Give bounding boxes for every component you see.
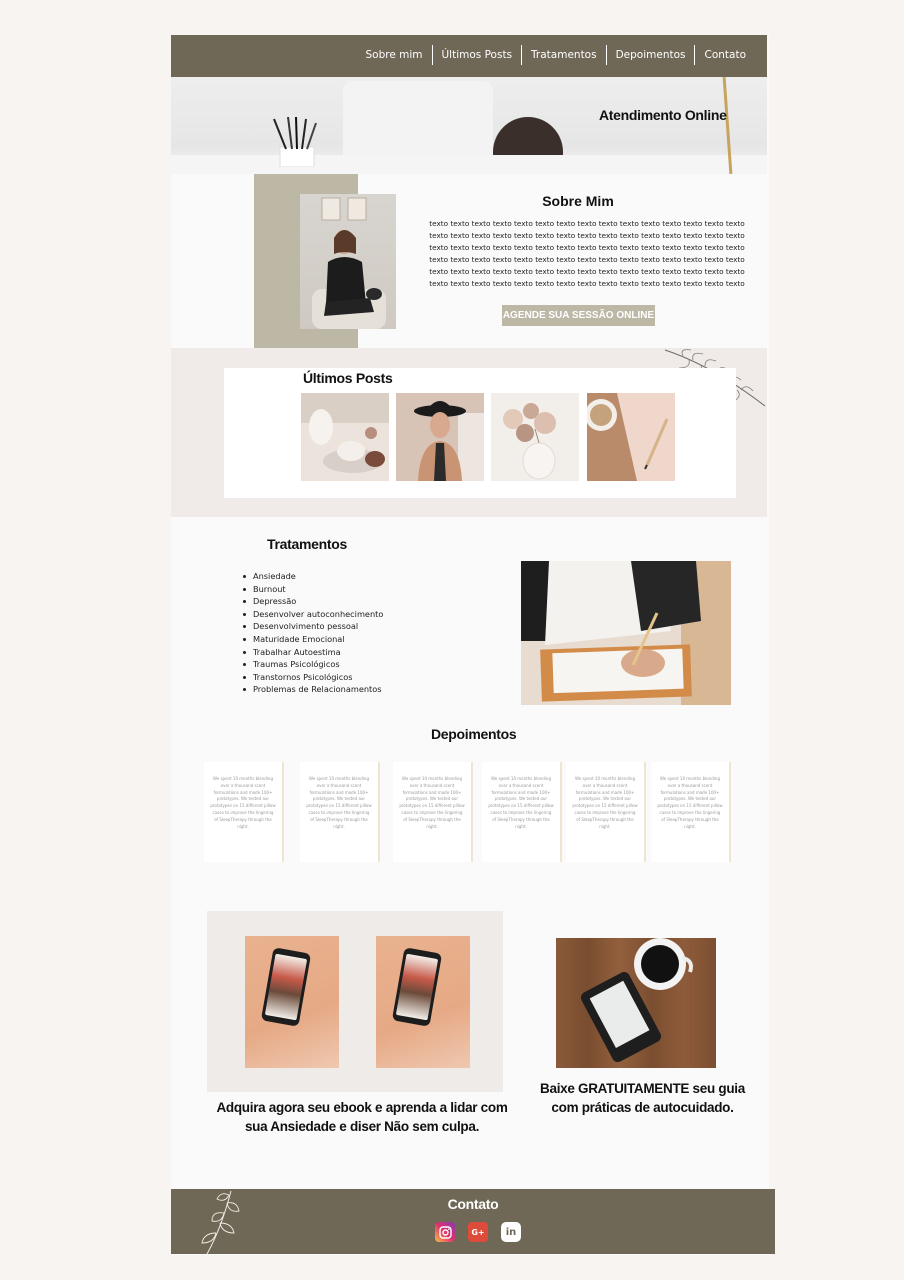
writing-illustration — [521, 561, 731, 705]
nav-menu: Sobre mim Últimos Posts Tratamentos Depo… — [356, 45, 755, 65]
nav-item-contato[interactable]: Contato — [695, 49, 755, 61]
post-thumbnail[interactable] — [587, 393, 675, 481]
hero-title: Atendimento Online — [599, 107, 727, 123]
top-nav: Sobre mim Últimos Posts Tratamentos Depo… — [171, 35, 767, 77]
free-guide-image[interactable] — [556, 938, 716, 1068]
testimonial-text: We spent 10 months blending over a thous… — [399, 776, 465, 829]
treatment-item: Trabalhar Autoestima — [242, 646, 383, 659]
google-plus-icon[interactable]: G+ — [468, 1222, 488, 1242]
treatment-item: Maturidade Emocional — [242, 633, 383, 646]
testimonial-text: We spent 10 months blending over a thous… — [210, 776, 276, 829]
footer-title: Contato — [447, 1196, 499, 1212]
nav-item-sobre-mim[interactable]: Sobre mim — [356, 49, 431, 61]
instagram-icon[interactable] — [435, 1222, 455, 1242]
nav-item-tratamentos[interactable]: Tratamentos — [522, 49, 606, 61]
phone-screen — [264, 953, 308, 1021]
testimonial-text: We spent 10 months blending over a thous… — [306, 776, 372, 829]
schedule-session-button[interactable]: AGENDE SUA SESSÃO ONLINE — [502, 305, 655, 326]
portrait-illustration — [312, 197, 386, 329]
testimonial-card: We spent 10 months blending over a thous… — [566, 762, 646, 862]
post-image-dried-flowers — [491, 393, 579, 481]
free-guide-caption[interactable]: Baixe GRATUITAMENTE seu guia com prática… — [535, 1079, 750, 1117]
post-thumbnail[interactable] — [301, 393, 389, 481]
treatment-item: Desenvolvimento pessoal — [242, 620, 383, 633]
footer: Contato G+ in — [171, 1189, 775, 1254]
ebook-mockup-image[interactable] — [245, 936, 339, 1068]
phone-screen — [395, 953, 439, 1021]
post-image-coffee-notebook — [587, 393, 675, 481]
treatment-item: Burnout — [242, 583, 383, 596]
treatment-item: Depressão — [242, 595, 383, 608]
about-title: Sobre Mim — [542, 193, 614, 209]
testimonial-text: We spent 10 months blending over a thous… — [657, 776, 723, 829]
testimonial-card: We spent 10 months blending over a thous… — [651, 762, 731, 862]
testimonial-card: We spent 10 months blending over a thous… — [393, 762, 473, 862]
pencil-cup-image — [273, 117, 317, 167]
testimonial-card: We spent 10 months blending over a thous… — [482, 762, 562, 862]
post-image-woman-hat — [396, 393, 484, 481]
hero-object-image — [493, 117, 563, 155]
ebook-mockup-image[interactable] — [376, 936, 470, 1068]
treatments-list: Ansiedade Burnout Depressão Desenvolver … — [242, 570, 383, 696]
linkedin-icon[interactable]: in — [501, 1222, 521, 1242]
testimonial-card: We spent 10 months blending over a thous… — [300, 762, 380, 862]
nav-item-ultimos-posts[interactable]: Últimos Posts — [433, 49, 522, 61]
hero-banner: Atendimento Online — [171, 77, 767, 174]
testimonial-text: We spent 10 months blending over a thous… — [488, 776, 554, 829]
ebook-caption[interactable]: Adquira agora seu ebook e aprenda a lida… — [212, 1098, 512, 1136]
ereader-coffee-illustration — [580, 938, 693, 1062]
linkedin-glyph: in — [505, 1226, 517, 1238]
hero-desk-image — [171, 155, 767, 174]
post-thumbnail[interactable] — [491, 393, 579, 481]
posts-title: Últimos Posts — [303, 370, 393, 386]
post-image-coffee — [301, 393, 389, 481]
about-portrait-photo — [300, 194, 396, 329]
post-thumbnail[interactable] — [396, 393, 484, 481]
treatments-title: Tratamentos — [267, 536, 347, 552]
nav-item-depoimentos[interactable]: Depoimentos — [607, 49, 695, 61]
google-plus-glyph: G+ — [471, 1227, 485, 1237]
testimonial-card: We spent 10 months blending over a thous… — [204, 762, 284, 862]
testimonial-text: We spent 10 months blending over a thous… — [572, 776, 638, 829]
treatment-item: Ansiedade — [242, 570, 383, 583]
phone-mockup — [260, 947, 312, 1027]
treatment-item: Transtornos Psicológicos — [242, 671, 383, 684]
treatment-item: Desenvolver autoconhecimento — [242, 608, 383, 621]
treatment-item: Traumas Psicológicos — [242, 658, 383, 671]
phone-mockup — [391, 947, 443, 1027]
treatments-writing-photo — [521, 561, 731, 705]
testimonials-title: Depoimentos — [431, 726, 517, 742]
treatment-item: Problemas de Relacionamentos — [242, 683, 383, 696]
about-body-text: texto texto texto texto texto texto text… — [429, 219, 745, 288]
